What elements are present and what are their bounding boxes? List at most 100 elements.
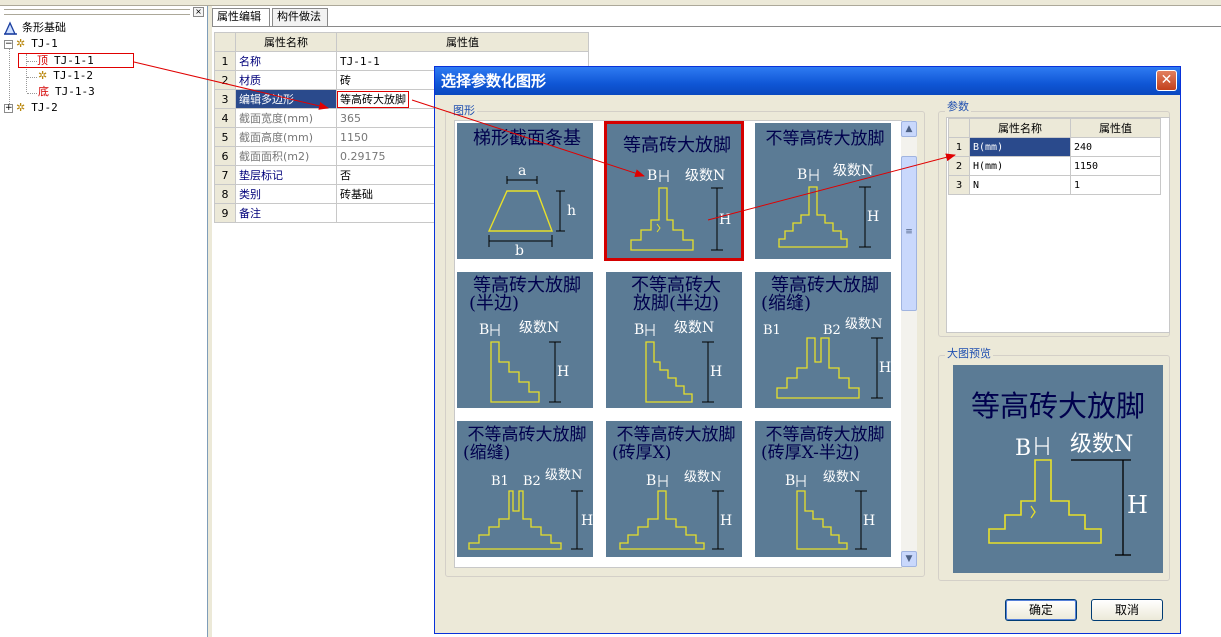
param-name: B(mm) [969, 137, 1071, 157]
row-number: 1 [214, 51, 236, 71]
tree-node-label: TJ-1-2 [53, 69, 93, 82]
row-number: 3 [214, 89, 236, 109]
equal-height-footing-icon: B 级数N H [630, 168, 731, 251]
select-parametric-shape-dialog: 选择参数化图形 ✕ 图形 梯形截面条基 a h b 等高砖大放脚 B 级数N H… [434, 66, 1181, 634]
tree-root[interactable]: 条形基础 [3, 20, 68, 36]
gallery-scrollbar[interactable]: ▲ ≡ ▼ [901, 121, 917, 567]
row-number: 7 [214, 165, 236, 185]
param-row-n[interactable]: 3N1 [948, 175, 1161, 195]
shape-tile-unequal-height-half[interactable]: 不等高砖大 放脚(半边) B 级数N H [604, 270, 744, 410]
dim-levels-n: 级数N [833, 163, 873, 179]
param-grid: 属性名称 属性值 1 B(mm) 240 2 H(mm) 1150 3N1 [948, 118, 1161, 195]
shape-tile-unequal-brick-x[interactable]: 不等高砖大放脚 (砖厚X) B 级数N H [604, 419, 744, 559]
param-value[interactable]: 240 [1070, 137, 1161, 157]
property-name: 类别 [235, 184, 337, 204]
preview-group-label: 大图预览 [945, 347, 993, 360]
dim-B: B [785, 473, 795, 489]
bottom-tag-icon: 底 [38, 85, 49, 98]
dim-b: b [515, 243, 524, 259]
row-number: 3 [948, 175, 970, 195]
dim-levels-n: 级数N [674, 320, 714, 336]
property-name: 截面宽度(mm) [235, 108, 337, 128]
top-tag-icon: 顶 [37, 54, 48, 67]
dim-B: B [1015, 436, 1031, 461]
dim-H: H [581, 513, 593, 529]
dim-B2: B2 [523, 474, 541, 489]
shape-tile-equal-height-joint[interactable]: 等高砖大放脚 (缩缝) B1 B2 级数N H [753, 270, 893, 410]
dim-levels-n: 级数N [1070, 432, 1133, 457]
param-value[interactable]: 1 [1070, 175, 1161, 195]
scroll-down-button[interactable]: ▼ [901, 551, 917, 567]
tree-connector [9, 46, 10, 108]
panel-splitter[interactable] [208, 6, 212, 637]
row-number: 2 [948, 156, 970, 176]
param-row-b[interactable]: 1 B(mm) 240 [948, 137, 1161, 157]
dialog-close-button[interactable]: ✕ [1156, 70, 1177, 91]
tree-node-tj-1-1[interactable]: 顶 TJ-1-1 [18, 53, 134, 68]
tree-node-tj-2[interactable]: + ✲ TJ-2 [4, 100, 60, 116]
shape-tile-equal-height-half[interactable]: 等高砖大放脚 (半边) B 级数N H [455, 270, 595, 410]
tree-panel-close-button[interactable]: × [193, 7, 204, 17]
corner-cell [214, 32, 236, 52]
tree-panel-grip[interactable] [4, 9, 190, 15]
dim-h: h [567, 203, 576, 219]
property-name: 截面高度(mm) [235, 127, 337, 147]
tab-property-edit[interactable]: 属性编辑 [212, 8, 270, 27]
shape-tile-unequal-height-joint[interactable]: 不等高砖大放脚 (缩缝) B1 B2 级数N H [455, 419, 595, 559]
column-header-value[interactable]: 属性值 [1070, 118, 1161, 138]
row-number: 4 [214, 108, 236, 128]
dim-a: a [518, 163, 526, 179]
dim-H: H [557, 364, 569, 380]
dim-H: H [710, 364, 722, 380]
tab-component-method[interactable]: 构件做法 [272, 8, 328, 26]
row-number: 5 [214, 127, 236, 147]
equal-height-half-footing-icon: B 级数N H [479, 320, 569, 403]
collapse-icon[interactable]: − [4, 39, 13, 49]
column-header-name[interactable]: 属性名称 [235, 32, 337, 52]
scroll-thumb[interactable]: ≡ [901, 156, 917, 311]
tree-node-tj-1-3[interactable]: 底 TJ-1-3 [38, 84, 97, 100]
ok-button[interactable]: 确定 [1005, 599, 1077, 621]
gear-icon: ✲ [16, 37, 26, 50]
component-tree-panel: × 条形基础 − ✲ TJ-1 顶 TJ-1-1 ✲ TJ-1-2 底 TJ-1-3 + ✲… [0, 6, 208, 637]
column-header-value[interactable]: 属性值 [336, 32, 589, 52]
param-value[interactable]: 1150 [1070, 156, 1161, 176]
dialog-title-bar[interactable]: 选择参数化图形 ✕ [435, 67, 1180, 95]
shape-gallery: 梯形截面条基 a h b 等高砖大放脚 B 级数N H 不等高砖大放脚 B 级数… [454, 120, 902, 568]
dim-H: H [720, 513, 732, 529]
tree-panel-header: × [0, 6, 206, 18]
tree-node-tj-1-2[interactable]: ✲ TJ-1-2 [38, 68, 95, 84]
dim-levels-n: 级数N [845, 317, 882, 332]
scroll-grip-icon: ≡ [905, 227, 913, 237]
params-group-label: 参数 [945, 100, 971, 113]
tree-node-label: TJ-1-3 [55, 85, 95, 98]
dim-levels-n: 级数N [684, 470, 721, 485]
shape-tile-equal-height[interactable]: 等高砖大放脚 B 级数N H [604, 121, 744, 261]
tree-node-tj-1[interactable]: − ✲ TJ-1 [4, 36, 60, 52]
unequal-brick-x-half-footing-icon: B 级数N H [785, 470, 875, 550]
tree-node-label: TJ-1 [31, 37, 58, 50]
dim-B2: B2 [823, 323, 841, 338]
property-name: 材质 [235, 70, 337, 90]
dim-H: H [719, 212, 731, 228]
tree-connector [27, 93, 37, 94]
dim-levels-n: 级数N [823, 470, 860, 485]
property-grid-header: 属性名称 属性值 [214, 32, 589, 52]
expand-icon[interactable]: + [4, 103, 13, 113]
preview-footing-icon: B 级数N H [988, 432, 1148, 556]
shape-tile-unequal-brick-x-half[interactable]: 不等高砖大放脚 (砖厚X-半边) B 级数N H [753, 419, 893, 559]
dim-B1: B1 [491, 474, 509, 489]
scroll-up-button[interactable]: ▲ [901, 121, 917, 137]
edit-polygon-value-box[interactable]: 等高砖大放脚 [337, 90, 409, 108]
param-row-h[interactable]: 2 H(mm) 1150 [948, 156, 1161, 176]
shape-tile-unequal-height[interactable]: 不等高砖大放脚 B 级数N H [753, 121, 893, 261]
param-grid-header: 属性名称 属性值 [948, 118, 1161, 138]
column-header-name[interactable]: 属性名称 [969, 118, 1071, 138]
row-number: 1 [948, 137, 970, 157]
cancel-button[interactable]: 取消 [1091, 599, 1163, 621]
dim-B: B [647, 168, 657, 184]
equal-height-joint-footing-icon: B1 B2 级数N H [763, 317, 891, 399]
dim-H: H [879, 360, 891, 376]
tab-divider [212, 26, 1221, 27]
shape-tile-trapezoid[interactable]: 梯形截面条基 a h b [455, 121, 595, 261]
